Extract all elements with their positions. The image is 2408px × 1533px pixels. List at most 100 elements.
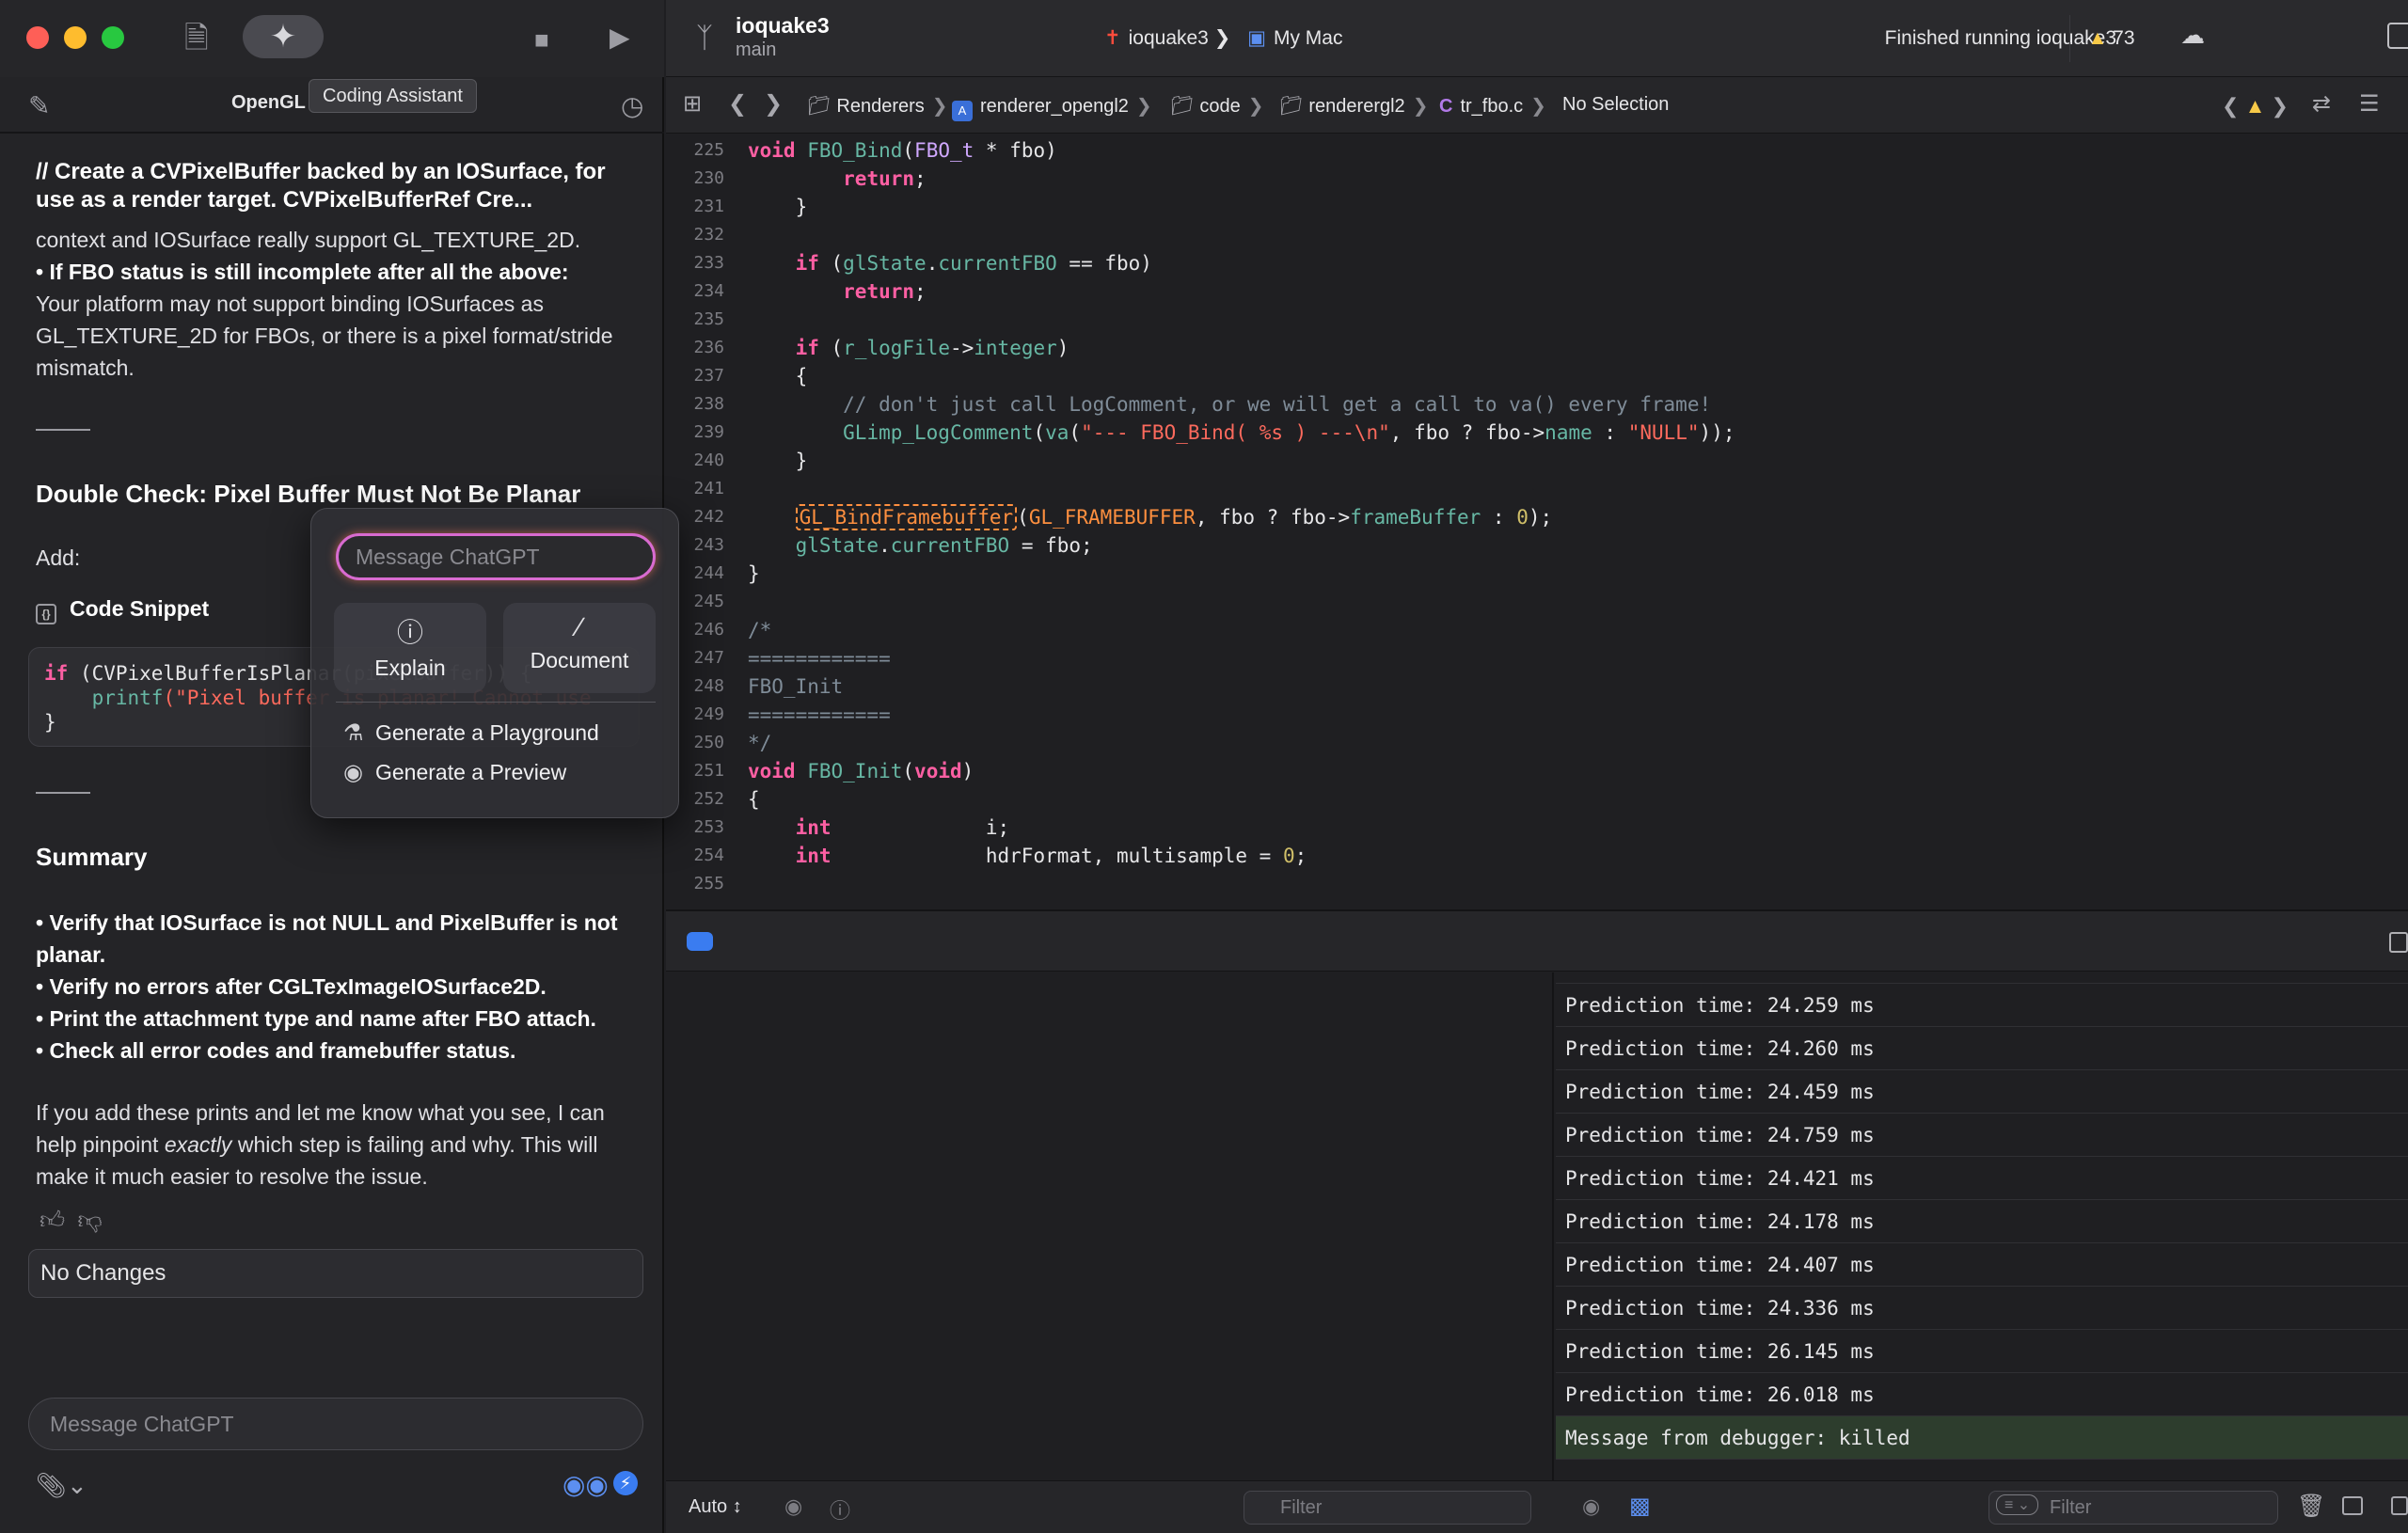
line-number[interactable]: 239 [666, 419, 724, 447]
code-line[interactable]: 225 void FBO_Bind(FBO_t * fbo) [666, 136, 2408, 165]
code-text[interactable]: { [748, 785, 760, 814]
line-number[interactable]: 235 [666, 306, 724, 334]
code-line[interactable]: 233 if (glState.currentFBO == fbo) [666, 249, 2408, 277]
code-line[interactable]: 245 [666, 588, 2408, 616]
code-line[interactable]: 250 */ [666, 729, 2408, 757]
trash-icon[interactable]: 🗑︎ [2297, 1493, 2325, 1520]
line-number[interactable]: 253 [666, 814, 724, 842]
code-text[interactable]: */ [748, 729, 771, 757]
code-line[interactable]: 255 [666, 870, 2408, 898]
explain-button[interactable]: ⓘ Explain [334, 603, 486, 693]
eye-icon[interactable]: ◉ [1582, 1494, 1600, 1519]
thumbs-up-icon[interactable]: 👍︎ [40, 1206, 65, 1234]
attach-icon[interactable]: 📎︎⌄ [36, 1471, 87, 1500]
line-number[interactable]: 241 [666, 475, 724, 503]
message-input[interactable] [28, 1398, 643, 1450]
debug-area-toggle[interactable] [687, 932, 713, 951]
code-text[interactable]: ============ [748, 644, 891, 672]
code-line[interactable]: 248 FBO_Init [666, 672, 2408, 701]
project-name[interactable]: ioquake3 [736, 13, 830, 39]
line-number[interactable]: 233 [666, 249, 724, 277]
code-text[interactable]: } [748, 560, 760, 588]
line-number[interactable]: 255 [666, 870, 724, 898]
code-text[interactable]: if (r_logFile->integer) [748, 334, 1069, 362]
code-text[interactable]: int hdrFormat, multisample = 0; [748, 842, 1307, 870]
code-text[interactable]: } [748, 447, 808, 475]
branch-name[interactable]: main [736, 40, 776, 61]
code-line[interactable]: 242 GL_BindFramebuffer (GL_FRAMEBUFFER, f… [666, 503, 2408, 531]
generate-playground-item[interactable]: ⚗︎ Generate a Playground [343, 719, 599, 747]
code-line[interactable]: 241 [666, 475, 2408, 503]
code-text[interactable]: // don't just call LogComment, or we wil… [748, 390, 1711, 419]
console-mode-icon[interactable]: ▩ [1629, 1493, 1651, 1520]
line-number[interactable]: 230 [666, 165, 724, 193]
code-line[interactable]: 230 return; [666, 165, 2408, 193]
generate-preview-item[interactable]: ◉ Generate a Preview [343, 759, 566, 786]
run-icon[interactable]: ▶ [610, 21, 630, 55]
code-line[interactable]: 249 ============ [666, 701, 2408, 729]
code-text[interactable]: int i; [748, 814, 1010, 842]
code-line[interactable]: 236 if (r_logFile->integer) [666, 334, 2408, 362]
line-number[interactable]: 237 [666, 362, 724, 390]
line-number[interactable]: 231 [666, 193, 724, 221]
thumbs-down-icon[interactable]: 👎︎ [77, 1206, 102, 1234]
code-text[interactable]: if (glState.currentFBO == fbo) [748, 249, 1152, 277]
filter-options-icon[interactable]: ≡ ⌄ [1996, 1494, 2039, 1515]
code-line[interactable]: 254 int hdrFormat, multisample = 0; [666, 842, 2408, 870]
code-line[interactable]: 243 glState.currentFBO = fbo; [666, 531, 2408, 560]
forward-icon[interactable]: ❯ [764, 90, 783, 118]
editor-options-icon[interactable]: ☰ [2359, 90, 2380, 118]
stop-icon[interactable]: ■ [534, 23, 549, 56]
document-icon[interactable]: 🗎 [184, 21, 209, 55]
code-line[interactable]: 246/* [666, 616, 2408, 644]
code-text[interactable]: ============ [748, 701, 891, 729]
code-text[interactable]: { [748, 362, 808, 390]
code-text[interactable]: /* [748, 616, 771, 644]
code-line[interactable]: 252{ [666, 785, 2408, 814]
popover-message-input[interactable] [336, 533, 656, 580]
line-number[interactable]: 238 [666, 390, 724, 419]
debug-layout-icon[interactable] [2389, 932, 2408, 953]
code-line[interactable]: 247 ============ [666, 644, 2408, 672]
code-line[interactable]: 237 { [666, 362, 2408, 390]
minimize-window-button[interactable] [64, 26, 87, 49]
line-number[interactable]: 225 [666, 136, 724, 165]
source-editor[interactable]: 225 void FBO_Bind(FBO_t * fbo) 230 return;… [666, 134, 2408, 908]
issue-navigator[interactable]: ❮ ▲ ❯ [2222, 94, 2289, 119]
line-number[interactable]: 236 [666, 334, 724, 362]
variables-view[interactable] [666, 972, 1554, 1480]
zoom-window-button[interactable] [102, 26, 124, 49]
line-number[interactable]: 240 [666, 447, 724, 475]
code-line[interactable]: 235 [666, 306, 2408, 334]
coding-assistant-toggle[interactable]: ✦ [243, 15, 324, 58]
info-icon[interactable]: ⓘ [830, 1494, 850, 1525]
history-icon[interactable]: ◷ [621, 90, 643, 121]
bolt-icon[interactable]: ⚡︎ [613, 1471, 638, 1495]
right-pane-icon[interactable] [2391, 1496, 2408, 1515]
line-number[interactable]: 234 [666, 277, 724, 306]
eye-icon[interactable]: ◉ [784, 1494, 802, 1519]
document-button[interactable]: ∕ Document [503, 603, 656, 693]
code-text[interactable]: void FBO_Init(void) [748, 757, 974, 785]
line-number[interactable]: 254 [666, 842, 724, 870]
scheme-selector[interactable]: ✝ ioquake3 ❯ ▣ My Mac [1089, 15, 1357, 62]
code-line[interactable]: 253 int i; [666, 814, 2408, 842]
breadcrumb-selection[interactable]: No Selection [1562, 94, 1669, 116]
breadcrumb-code[interactable]: 📁︎ code ❯ [1170, 94, 1264, 118]
code-line[interactable]: 231 } [666, 193, 2408, 221]
code-text[interactable]: GL_BindFramebuffer (GL_FRAMEBUFFER, fbo ?… [748, 503, 1552, 531]
code-text[interactable]: return; [748, 277, 927, 306]
code-line[interactable]: 251 void FBO_Init(void) [666, 757, 2408, 785]
code-line[interactable]: 239 GLimp_LogComment(va("--- FBO_Bind( %… [666, 419, 2408, 447]
variables-filter-input[interactable] [1244, 1491, 1531, 1525]
line-number[interactable]: 232 [666, 221, 724, 249]
code-line[interactable]: 234 return; [666, 277, 2408, 306]
code-text[interactable]: glState.currentFBO = fbo; [748, 531, 1093, 560]
breadcrumb-file[interactable]: Ctr_fbo.c ❯ [1439, 94, 1546, 118]
code-text[interactable]: } [748, 193, 808, 221]
code-line[interactable]: 238 // don't just call LogComment, or we… [666, 390, 2408, 419]
code-line[interactable]: 240 } [666, 447, 2408, 475]
new-chat-icon[interactable]: ✎ [28, 90, 50, 121]
warnings-badge[interactable]: ▲ 73 [2069, 15, 2152, 62]
no-changes-button[interactable]: No Changes [28, 1249, 643, 1298]
